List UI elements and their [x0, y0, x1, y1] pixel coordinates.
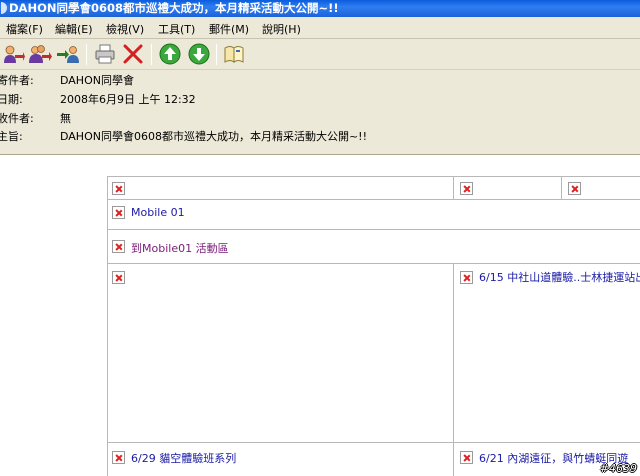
forward-icon[interactable] [56, 43, 80, 65]
from-value: DAHON同學會 [60, 74, 134, 87]
broken-image-icon [112, 182, 125, 195]
date-label: 日期: [0, 93, 23, 106]
menu-tools[interactable]: 工具(T) [158, 21, 195, 37]
toolbar-separator [86, 44, 87, 65]
window-title-bar: DAHON同學會0608都市巡禮大成功，本月精采活動大公開~!! [0, 0, 640, 17]
subject-value: DAHON同學會0608都市巡禮大成功，本月精采活動大公開~!! [60, 130, 367, 143]
to-label: 收件者: [0, 112, 34, 125]
print-icon[interactable] [93, 43, 117, 65]
previous-icon[interactable] [158, 43, 182, 65]
next-icon[interactable] [187, 43, 211, 65]
window-title: DAHON同學會0608都市巡禮大成功，本月精采活動大公開~!! [9, 1, 339, 15]
menu-bar: 檔案(F) 編輯(E) 檢視(V) 工具(T) 郵件(M) 說明(H) [0, 17, 640, 39]
table-border [107, 199, 640, 200]
delete-icon[interactable] [121, 43, 145, 65]
subject-label: 主旨: [0, 130, 23, 143]
menu-mail[interactable]: 郵件(M) [209, 21, 249, 37]
message-body: Mobile 01 到Mobile01 活動區 6/15 中社山道體驗..士林捷… [0, 155, 640, 476]
table-border [453, 176, 454, 199]
menu-help[interactable]: 說明(H) [262, 21, 301, 37]
event-link-0629[interactable]: 6/29 貓空體驗班系列 [131, 450, 236, 466]
menu-edit[interactable]: 編輯(E) [55, 21, 93, 37]
to-value: 無 [60, 112, 71, 125]
mail-icon [1, 2, 7, 14]
mobile01-link[interactable]: Mobile 01 [131, 206, 185, 219]
date-value: 2008年6月9日 上午 12:32 [60, 93, 196, 106]
reply-all-icon[interactable] [28, 43, 52, 65]
table-border [561, 176, 562, 199]
menu-file[interactable]: 檔案(F) [6, 21, 43, 37]
toolbar-separator [151, 44, 152, 65]
broken-image-icon [460, 451, 473, 464]
menu-view[interactable]: 檢視(V) [106, 21, 144, 37]
table-border [107, 442, 640, 443]
broken-image-icon [112, 206, 125, 219]
address-book-icon[interactable] [222, 43, 246, 65]
toolbar-separator [216, 44, 217, 65]
activity-area-link[interactable]: 到Mobile01 活動區 [131, 240, 229, 256]
broken-image-icon [112, 451, 125, 464]
table-border [107, 176, 108, 476]
broken-image-icon [112, 240, 125, 253]
broken-image-icon [112, 271, 125, 284]
event-link-0615[interactable]: 6/15 中社山道體驗..士林捷運站出 [479, 269, 640, 285]
watermark: #4639 [599, 462, 637, 475]
table-border [453, 263, 454, 476]
broken-image-icon [568, 182, 581, 195]
broken-image-icon [460, 182, 473, 195]
table-border [107, 229, 640, 230]
table-border [107, 263, 640, 264]
broken-image-icon [460, 271, 473, 284]
message-header: 寄件者: DAHON同學會 日期: 2008年6月9日 上午 12:32 收件者… [0, 70, 640, 155]
reply-icon[interactable] [1, 43, 25, 65]
from-label: 寄件者: [0, 74, 34, 87]
toolbar [0, 39, 640, 70]
